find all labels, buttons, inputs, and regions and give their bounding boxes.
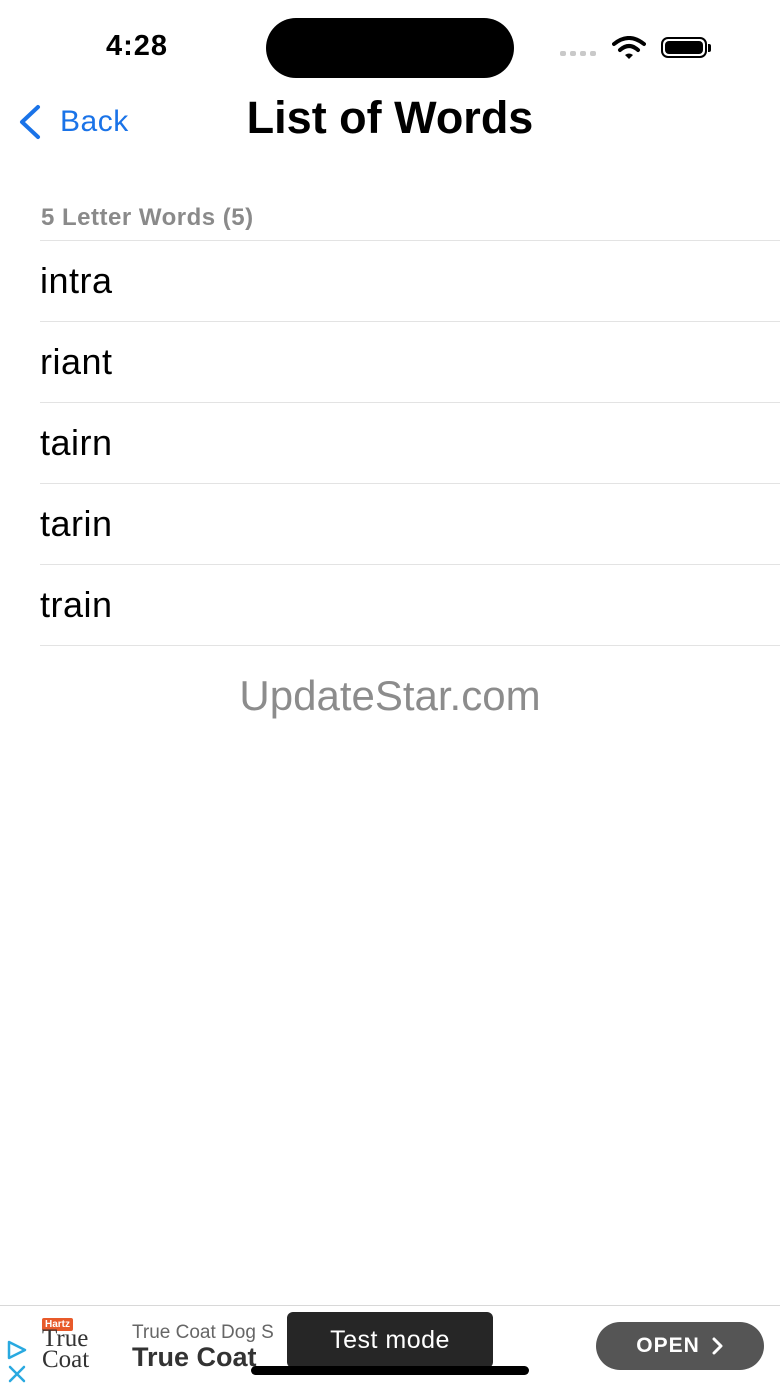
back-label: Back bbox=[60, 105, 129, 138]
word-item[interactable]: tairn bbox=[40, 403, 780, 484]
dynamic-island bbox=[266, 18, 514, 78]
chevron-right-icon bbox=[712, 1337, 723, 1355]
ad-open-button[interactable]: OPEN bbox=[596, 1322, 764, 1370]
status-time: 4:28 bbox=[106, 30, 169, 62]
section-header: 5 Letter Words (5) bbox=[41, 204, 254, 231]
watermark: UpdateStar.com bbox=[239, 672, 541, 719]
word-item[interactable]: intra bbox=[40, 241, 780, 322]
ad-logo-text: True Coat bbox=[42, 1326, 90, 1373]
word-item[interactable]: train bbox=[40, 565, 780, 646]
navigation-bar: List of Words Back bbox=[0, 90, 780, 160]
chevron-left-icon bbox=[20, 105, 40, 139]
word-item[interactable]: riant bbox=[40, 322, 780, 403]
cellular-signal-icon bbox=[560, 51, 596, 56]
ad-logo-line2: Coat bbox=[42, 1346, 90, 1373]
wifi-icon bbox=[612, 36, 646, 59]
word-list: intra riant tairn tarin train bbox=[40, 240, 780, 646]
status-bar: 4:28 bbox=[0, 0, 780, 90]
word-item[interactable]: tarin bbox=[40, 484, 780, 565]
ad-choices-icon[interactable] bbox=[6, 1340, 28, 1360]
close-icon[interactable] bbox=[7, 1364, 27, 1384]
ad-open-label: OPEN bbox=[636, 1334, 700, 1357]
ad-logo: Hartz True Coat bbox=[42, 1318, 120, 1378]
battery-icon bbox=[661, 37, 711, 58]
ad-subtitle: True Coat Dog S bbox=[132, 1322, 274, 1343]
home-indicator[interactable] bbox=[251, 1366, 529, 1375]
back-button[interactable]: Back bbox=[16, 104, 129, 140]
ad-title: True Coat bbox=[132, 1342, 257, 1372]
test-mode-label: Test mode bbox=[287, 1312, 493, 1368]
